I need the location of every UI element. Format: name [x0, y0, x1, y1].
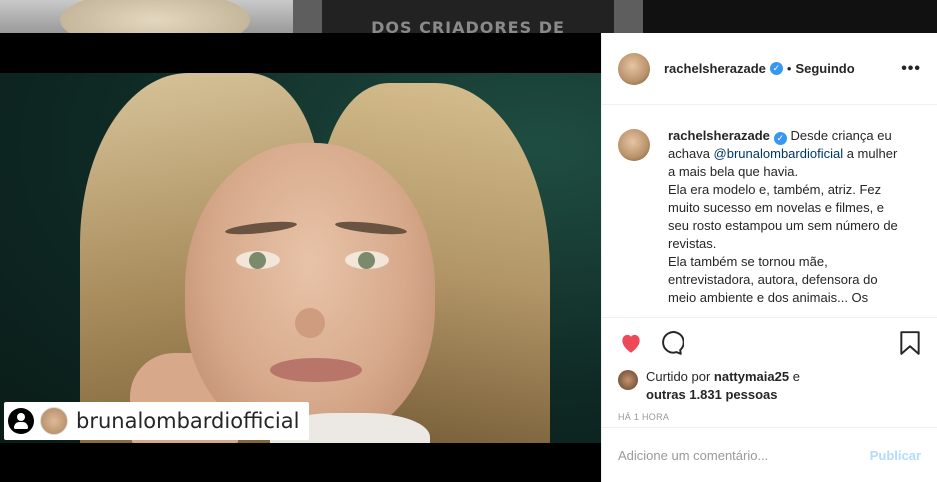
action-icons — [618, 328, 921, 358]
photo-lips — [270, 358, 362, 382]
likes-summary: Curtido por nattymaia25 e outras 1.831 p… — [618, 368, 921, 404]
photo-eye-right — [345, 251, 389, 269]
post-photo[interactable] — [0, 73, 601, 443]
verified-icon: ✓ — [769, 62, 783, 75]
post-sidebar: rachelsherazade ✓ • Seguindo ••• rachels… — [601, 33, 937, 482]
tag-avatar — [40, 407, 68, 435]
caption-section: rachelsherazade ✓ Desde criança eu achava… — [602, 105, 937, 317]
more-icon[interactable]: ••• — [901, 60, 921, 78]
background-tile-middle[interactable]: DOS CRIADORES DE — [322, 0, 614, 33]
follow-button[interactable]: Seguindo — [795, 61, 854, 76]
header-separator: • — [786, 61, 792, 76]
comment-box: Publicar — [602, 427, 937, 482]
photo-eye-left — [236, 251, 280, 269]
tag-person-icon[interactable] — [8, 408, 34, 434]
caption-line3: Ela também se tornou mãe, entrevistadora… — [668, 254, 878, 305]
bookmark-icon[interactable] — [899, 330, 921, 356]
likes-text: Curtido por nattymaia25 e outras 1.831 p… — [646, 368, 800, 404]
post-time[interactable]: HÁ 1 HORA — [618, 412, 921, 422]
photo-face — [185, 143, 435, 443]
photo-nose — [295, 308, 325, 338]
caption-avatar[interactable] — [618, 129, 650, 161]
background-tile-left[interactable] — [0, 0, 293, 33]
caption-text: rachelsherazade ✓ Desde criança eu achava… — [668, 127, 908, 317]
comment-icon[interactable] — [658, 330, 684, 356]
likes-others[interactable]: outras 1.831 pessoas — [646, 387, 778, 402]
likes-conj: e — [789, 369, 800, 384]
post-modal: brunalombardiofficial rachelsherazade ✓ … — [0, 33, 937, 482]
publish-button[interactable]: Publicar — [870, 448, 921, 463]
comment-input[interactable] — [618, 447, 870, 463]
caption-verified-icon: ✓ — [773, 132, 787, 145]
post-media[interactable]: brunalombardiofficial — [0, 33, 601, 482]
caption-mention[interactable]: @brunalombardioficial — [714, 146, 844, 161]
caption-username[interactable]: rachelsherazade — [668, 128, 770, 143]
tag-username[interactable]: brunalombardiofficial — [76, 409, 299, 433]
background-tile-right[interactable] — [643, 0, 937, 33]
caption-line2: Ela era modelo e, também, atriz. Fez mui… — [668, 182, 898, 251]
liker-username[interactable]: nattymaia25 — [714, 369, 789, 384]
tile-image — [60, 0, 250, 33]
author-username[interactable]: rachelsherazade — [664, 61, 766, 76]
post-header: rachelsherazade ✓ • Seguindo ••• — [602, 33, 937, 105]
likes-prefix: Curtido por — [646, 369, 714, 384]
liker-avatar[interactable] — [618, 370, 638, 390]
heart-icon[interactable] — [618, 330, 644, 356]
author-avatar[interactable] — [618, 52, 650, 85]
tile-text: DOS CRIADORES DE — [371, 18, 565, 33]
photo-user-tag[interactable]: brunalombardiofficial — [4, 402, 310, 440]
